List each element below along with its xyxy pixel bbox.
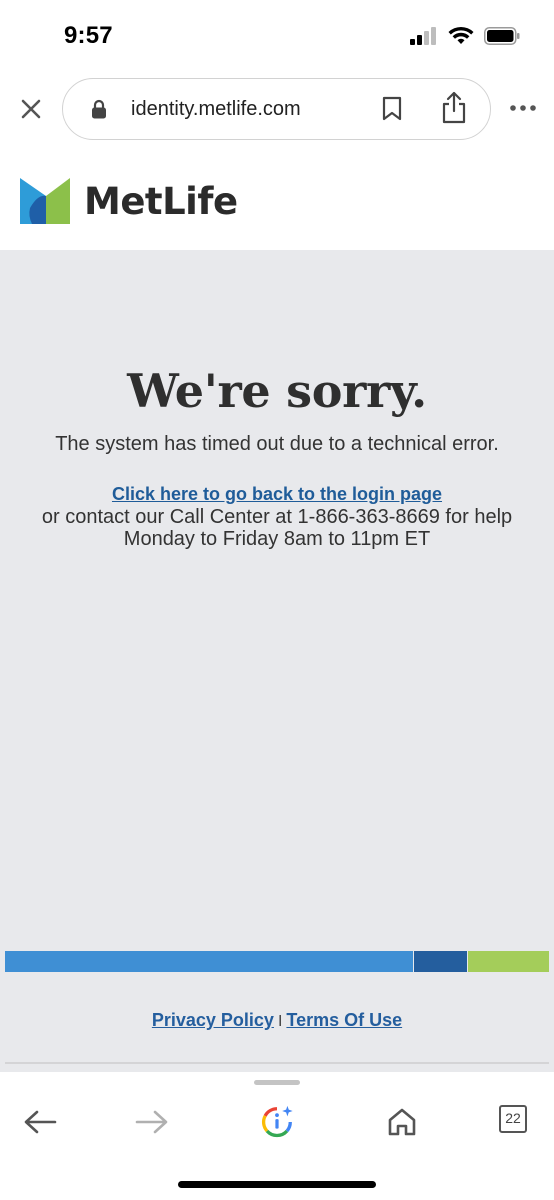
metlife-logo-icon[interactable] xyxy=(20,178,72,224)
error-message: The system has timed out due to a techni… xyxy=(55,433,499,455)
more-icon[interactable] xyxy=(508,98,538,118)
brand-bar-navy xyxy=(414,951,467,972)
footer-links: Privacy Policy I Terms Of Use xyxy=(0,1010,554,1031)
lock-icon xyxy=(92,99,106,119)
url-text: identity.metlife.com xyxy=(131,98,301,120)
brand-bar-green xyxy=(468,951,549,972)
login-page-link[interactable]: Click here to go back to the login page xyxy=(0,484,554,505)
google-assistant-button[interactable] xyxy=(259,1104,295,1140)
status-time: 9:57 xyxy=(64,22,113,49)
back-icon xyxy=(24,1110,57,1134)
wifi-icon xyxy=(448,26,474,44)
home-button[interactable] xyxy=(384,1104,420,1140)
site-header: MetLife xyxy=(0,150,554,250)
google-assistant-icon xyxy=(261,1105,293,1138)
home-indicator[interactable] xyxy=(178,1181,376,1188)
forward-button[interactable] xyxy=(134,1104,170,1140)
privacy-policy-link[interactable]: Privacy Policy xyxy=(152,1010,274,1030)
footer-separator: I xyxy=(277,1013,283,1030)
close-icon[interactable] xyxy=(18,96,44,122)
forward-icon xyxy=(135,1110,168,1134)
toolbar-grabber[interactable] xyxy=(254,1080,300,1085)
browser-url-row: identity.metlife.com xyxy=(0,76,554,144)
share-icon[interactable] xyxy=(441,91,467,125)
error-panel: We're sorry. The system has timed out du… xyxy=(0,250,554,1072)
footer-divider xyxy=(5,1062,549,1064)
call-center-hours: Monday to Friday 8am to 11pm ET xyxy=(123,528,431,550)
error-title: We're sorry. xyxy=(127,364,427,418)
cellular-signal-icon xyxy=(410,27,436,45)
call-center-text: or contact our Call Center at 1-866-363-… xyxy=(41,506,513,528)
back-button[interactable] xyxy=(22,1104,58,1140)
status-icons xyxy=(410,26,520,46)
brand-name[interactable]: MetLife xyxy=(84,180,238,223)
tabs-icon[interactable]: 22 xyxy=(499,1105,527,1133)
status-bar: 9:57 xyxy=(0,0,554,70)
battery-icon xyxy=(484,27,520,45)
bookmark-icon[interactable] xyxy=(381,96,403,122)
brand-bar-blue xyxy=(5,951,413,972)
home-icon xyxy=(388,1108,416,1136)
address-bar[interactable]: identity.metlife.com xyxy=(62,78,491,140)
terms-of-use-link[interactable]: Terms Of Use xyxy=(286,1010,402,1030)
